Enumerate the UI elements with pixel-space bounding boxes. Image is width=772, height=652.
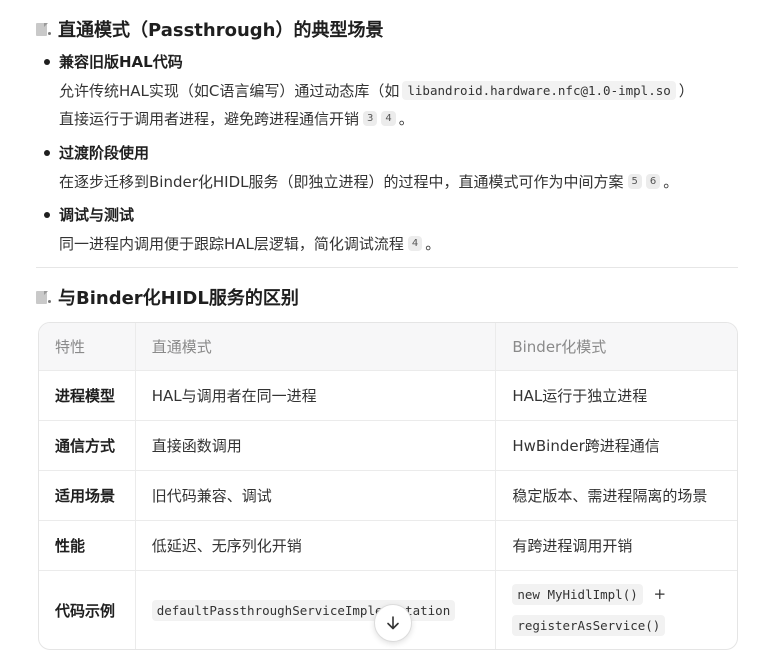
table-row: 通信方式 直接函数调用 HwBinder跨进程通信 <box>39 420 737 471</box>
table-cell: 稳定版本、需进程隔离的场景 <box>495 470 737 521</box>
citation-badge[interactable]: 5 <box>627 174 642 189</box>
table-cell-feature: 性能 <box>39 520 136 571</box>
table-cell: 旧代码兼容、调试 <box>134 470 496 521</box>
list-item-text: 允许传统HAL实现（如C语言编写）通过动态库（如 libandroid.hard… <box>59 80 694 101</box>
scroll-to-bottom-button[interactable] <box>374 604 412 642</box>
list-item-title: 过渡阶段使用 <box>44 142 149 163</box>
arrow-down-icon <box>387 616 399 630</box>
table-header-row: 特性 直通模式 Binder化模式 <box>39 323 737 371</box>
table-row: 进程模型 HAL与调用者在同一进程 HAL运行于独立进程 <box>39 370 737 421</box>
section-heading-passthrough: 直通模式（Passthrough）的典型场景 <box>36 16 383 42</box>
paragraph-text: 直接运行于调用者进程，避免跨进程通信开销 <box>59 110 360 128</box>
table-cell-feature: 适用场景 <box>39 470 136 521</box>
paragraph-text: 。 <box>663 173 679 191</box>
list-item-heading: 过渡阶段使用 <box>59 144 150 162</box>
list-item-text: 同一进程内调用便于跟踪HAL层逻辑，简化调试流程 4 。 <box>59 233 440 254</box>
table-row: 适用场景 旧代码兼容、调试 稳定版本、需进程隔离的场景 <box>39 470 737 521</box>
table-cell: defaultPassthroughServiceImplementation <box>134 570 496 649</box>
section-divider <box>36 267 738 268</box>
paragraph-text: 在逐步迁移到Binder化HIDL服务（即独立进程）的过程中，直通模式可作为中间… <box>59 173 624 191</box>
inline-code: registerAsService() <box>512 615 666 637</box>
table-row: 性能 低延迟、无序列化开销 有跨进程调用开销 <box>39 520 737 571</box>
comparison-table: 特性 直通模式 Binder化模式 进程模型 HAL与调用者在同一进程 HAL运… <box>38 322 738 650</box>
citation-badge[interactable]: 3 <box>363 111 378 126</box>
list-item-text: 直接运行于调用者进程，避免跨进程通信开销 3 4 。 <box>59 108 414 129</box>
column-header: Binder化模式 <box>495 323 737 371</box>
inline-code: new MyHidlImpl() <box>512 584 643 606</box>
table-cell-feature: 进程模型 <box>39 370 136 421</box>
plus-text: + <box>653 585 667 604</box>
table-cell: HAL运行于独立进程 <box>495 370 737 421</box>
paragraph-text: 同一进程内调用便于跟踪HAL层逻辑，简化调试流程 <box>59 235 404 253</box>
citation-badge[interactable]: 4 <box>381 111 396 126</box>
document-icon <box>36 22 51 36</box>
table-cell-feature: 通信方式 <box>39 420 136 471</box>
paragraph-text: 允许传统HAL实现（如C语言编写）通过动态库（如 <box>59 82 400 100</box>
table-cell: HwBinder跨进程通信 <box>495 420 737 471</box>
citation-badge[interactable]: 4 <box>407 236 423 251</box>
paragraph-text: 。 <box>425 235 441 253</box>
paragraph-text: 。 <box>398 110 414 128</box>
list-item-title: 兼容旧版HAL代码 <box>44 51 183 72</box>
paragraph-text: ） <box>678 82 694 100</box>
list-item-heading: 兼容旧版HAL代码 <box>59 53 183 71</box>
table-cell: 直接函数调用 <box>134 420 496 471</box>
inline-code: libandroid.hardware.nfc@1.0-impl.so <box>402 81 676 100</box>
section-heading-differences: 与Binder化HIDL服务的区别 <box>36 284 299 310</box>
list-item-text: 在逐步迁移到Binder化HIDL服务（即独立进程）的过程中，直通模式可作为中间… <box>59 171 678 192</box>
bullet-dot <box>44 58 50 65</box>
table-cell: 有跨进程调用开销 <box>495 520 737 571</box>
column-header: 特性 <box>39 323 136 371</box>
list-item-heading: 调试与测试 <box>59 206 135 224</box>
section-title: 直通模式（Passthrough）的典型场景 <box>58 20 384 41</box>
section-title: 与Binder化HIDL服务的区别 <box>58 288 299 309</box>
column-header: 直通模式 <box>134 323 496 371</box>
bullet-dot <box>44 211 50 218</box>
table-cell: 低延迟、无序列化开销 <box>134 520 496 571</box>
table-cell-feature: 代码示例 <box>55 601 116 620</box>
bullet-dot <box>44 149 50 156</box>
table-cell: new MyHidlImpl() + registerAsService() <box>495 570 737 649</box>
document-icon <box>36 290 51 304</box>
list-item-title: 调试与测试 <box>44 204 134 225</box>
table-cell: HAL与调用者在同一进程 <box>134 370 496 421</box>
citation-badge[interactable]: 6 <box>645 174 661 189</box>
